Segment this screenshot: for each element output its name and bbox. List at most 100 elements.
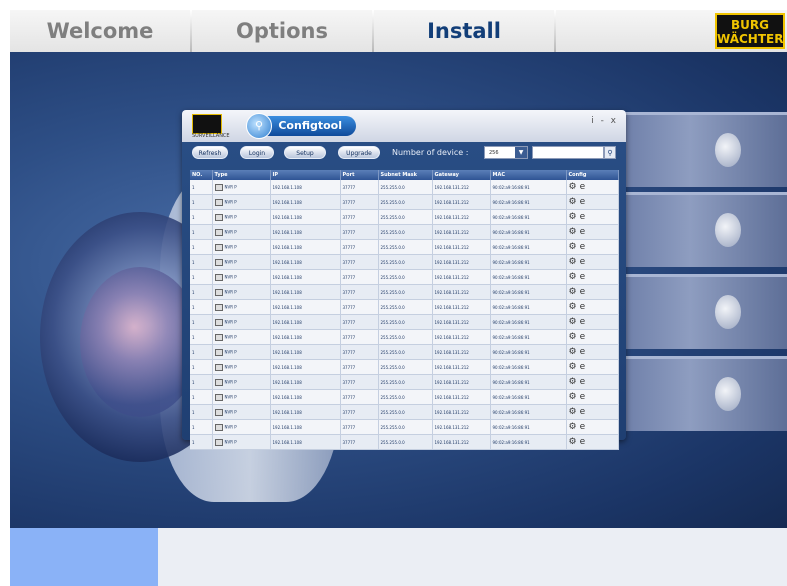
setup-button[interactable]: Setup: [284, 146, 326, 159]
browser-icon[interactable]: e: [580, 362, 589, 372]
table-row[interactable]: 1 NVR P 192.168.1.108 37777 255.255.0.0 192.1…: [190, 209, 619, 225]
cell-ip-text: 192.168.1.108: [272, 409, 302, 415]
cell-no: 1: [190, 359, 213, 375]
search-icon: ⚲: [246, 113, 272, 139]
browser-icon[interactable]: e: [580, 407, 589, 417]
brand-line1: BURG: [731, 18, 769, 32]
cell-port: 37777: [340, 359, 379, 375]
gear-icon[interactable]: ⚙: [569, 347, 580, 357]
cell-subnet-mask-text: 255.255.0.0: [380, 364, 405, 370]
column-header-type[interactable]: Type: [212, 170, 271, 180]
column-header-port[interactable]: Port: [340, 170, 379, 180]
tab-options[interactable]: Options: [192, 10, 372, 52]
tab-install[interactable]: Install: [374, 10, 554, 52]
browser-icon[interactable]: e: [580, 422, 589, 432]
browser-icon[interactable]: e: [580, 272, 589, 282]
cell-subnet-mask: 255.255.0.0: [378, 404, 433, 420]
cell-no: 1: [190, 254, 213, 270]
table-row[interactable]: 1 NVR P 192.168.1.108 37777 255.255.0.0 192.1…: [190, 254, 619, 270]
gear-icon[interactable]: ⚙: [569, 212, 580, 222]
bottom-nav-button[interactable]: [10, 528, 158, 586]
cell-ip: 192.168.1.108: [270, 180, 341, 195]
gear-icon[interactable]: ⚙: [569, 362, 580, 372]
cell-port: 37777: [340, 419, 379, 435]
browser-icon[interactable]: e: [580, 287, 589, 297]
upgrade-button[interactable]: Upgrade: [338, 146, 380, 159]
cell-port-text: 37777: [342, 439, 356, 445]
browser-icon[interactable]: e: [580, 347, 589, 357]
table-row[interactable]: 1 NVR P 192.168.1.108 37777 255.255.0.0 192.1…: [190, 180, 619, 195]
cell-gateway: 192.168.131.212: [432, 374, 491, 390]
column-header-config[interactable]: Config: [566, 170, 619, 180]
column-header-gateway[interactable]: Gateway: [432, 170, 491, 180]
table-row[interactable]: 1 NVR P 192.168.1.108 37777 255.255.0.0 192.1…: [190, 434, 619, 450]
gear-icon[interactable]: ⚙: [569, 227, 580, 237]
column-header-no[interactable]: NO.: [190, 170, 213, 180]
browser-icon[interactable]: e: [580, 317, 589, 327]
table-row[interactable]: 1 NVR P 192.168.1.108 37777 255.255.0.0 192.1…: [190, 224, 619, 240]
cell-mac: 90:02:a9:16:86:91: [490, 224, 567, 240]
column-header-subnet-mask[interactable]: Subnet Mask: [378, 170, 433, 180]
cell-no: 1: [190, 419, 213, 435]
browser-icon[interactable]: e: [580, 302, 589, 312]
table-row[interactable]: 1 NVR P 192.168.1.108 37777 255.255.0.0 192.1…: [190, 374, 619, 390]
gear-icon[interactable]: ⚙: [569, 182, 580, 192]
browser-icon[interactable]: e: [580, 332, 589, 342]
cell-type: NVR P: [212, 389, 271, 405]
browser-icon[interactable]: e: [580, 257, 589, 267]
gear-icon[interactable]: ⚙: [569, 302, 580, 312]
gear-icon[interactable]: ⚙: [569, 287, 580, 297]
refresh-button[interactable]: Refresh: [192, 146, 228, 159]
cell-type: NVR P: [212, 224, 271, 240]
gear-icon[interactable]: ⚙: [569, 272, 580, 282]
table-row[interactable]: 1 NVR P 192.168.1.108 37777 255.255.0.0 192.1…: [190, 404, 619, 420]
gear-icon[interactable]: ⚙: [569, 197, 580, 207]
cell-type: NVR P: [212, 329, 271, 345]
browser-icon[interactable]: e: [580, 197, 589, 207]
gear-icon[interactable]: ⚙: [569, 392, 580, 402]
browser-icon[interactable]: e: [580, 182, 589, 192]
device-count-select[interactable]: 256 ▼: [484, 146, 528, 159]
browser-icon[interactable]: e: [580, 377, 589, 387]
column-header-ip[interactable]: IP: [270, 170, 341, 180]
cell-mac-text: 90:02:a9:16:86:91: [492, 289, 530, 295]
browser-icon[interactable]: e: [580, 437, 589, 447]
cell-gateway-text: 192.168.131.212: [434, 304, 469, 310]
tab-welcome[interactable]: Welcome: [10, 10, 190, 52]
table-row[interactable]: 1 NVR P 192.168.1.108 37777 255.255.0.0 192.1…: [190, 269, 619, 285]
gear-icon[interactable]: ⚙: [569, 437, 580, 447]
table-row[interactable]: 1 NVR P 192.168.1.108 37777 255.255.0.0 192.1…: [190, 239, 619, 255]
cell-gateway: 192.168.131.212: [432, 359, 491, 375]
search-input[interactable]: [532, 146, 604, 159]
table-row[interactable]: 1 NVR P 192.168.1.108 37777 255.255.0.0 192.1…: [190, 284, 619, 300]
cell-mac-text: 90:02:a9:16:86:91: [492, 229, 530, 235]
browser-icon[interactable]: e: [580, 227, 589, 237]
table-row[interactable]: 1 NVR P 192.168.1.108 37777 255.255.0.0 192.1…: [190, 194, 619, 210]
gear-icon[interactable]: ⚙: [569, 377, 580, 387]
table-row[interactable]: 1 NVR P 192.168.1.108 37777 255.255.0.0 192.1…: [190, 344, 619, 360]
table-row[interactable]: 1 NVR P 192.168.1.108 37777 255.255.0.0 192.1…: [190, 389, 619, 405]
cell-type-text: NVR P: [224, 199, 237, 204]
gear-icon[interactable]: ⚙: [569, 257, 580, 267]
gear-icon[interactable]: ⚙: [569, 407, 580, 417]
cell-gateway: 192.168.131.212: [432, 239, 491, 255]
cell-type-text: NVR P: [224, 394, 237, 399]
table-row[interactable]: 1 NVR P 192.168.1.108 37777 255.255.0.0 192.1…: [190, 419, 619, 435]
table-row[interactable]: 1 NVR P 192.168.1.108 37777 255.255.0.0 192.1…: [190, 299, 619, 315]
gear-icon[interactable]: ⚙: [569, 242, 580, 252]
cell-ip: 192.168.1.108: [270, 329, 341, 345]
gear-icon[interactable]: ⚙: [569, 422, 580, 432]
browser-icon[interactable]: e: [580, 392, 589, 402]
column-header-mac[interactable]: MAC: [490, 170, 567, 180]
login-button[interactable]: Login: [240, 146, 274, 159]
gear-icon[interactable]: ⚙: [569, 332, 580, 342]
table-row[interactable]: 1 NVR P 192.168.1.108 37777 255.255.0.0 192.1…: [190, 314, 619, 330]
cell-gateway-text: 192.168.131.212: [434, 289, 469, 295]
table-row[interactable]: 1 NVR P 192.168.1.108 37777 255.255.0.0 192.1…: [190, 329, 619, 345]
search-button[interactable]: ⚲: [604, 146, 616, 159]
browser-icon[interactable]: e: [580, 242, 589, 252]
table-row[interactable]: 1 NVR P 192.168.1.108 37777 255.255.0.0 192.1…: [190, 359, 619, 375]
window-controls[interactable]: i - x: [591, 116, 618, 126]
gear-icon[interactable]: ⚙: [569, 317, 580, 327]
browser-icon[interactable]: e: [580, 212, 589, 222]
